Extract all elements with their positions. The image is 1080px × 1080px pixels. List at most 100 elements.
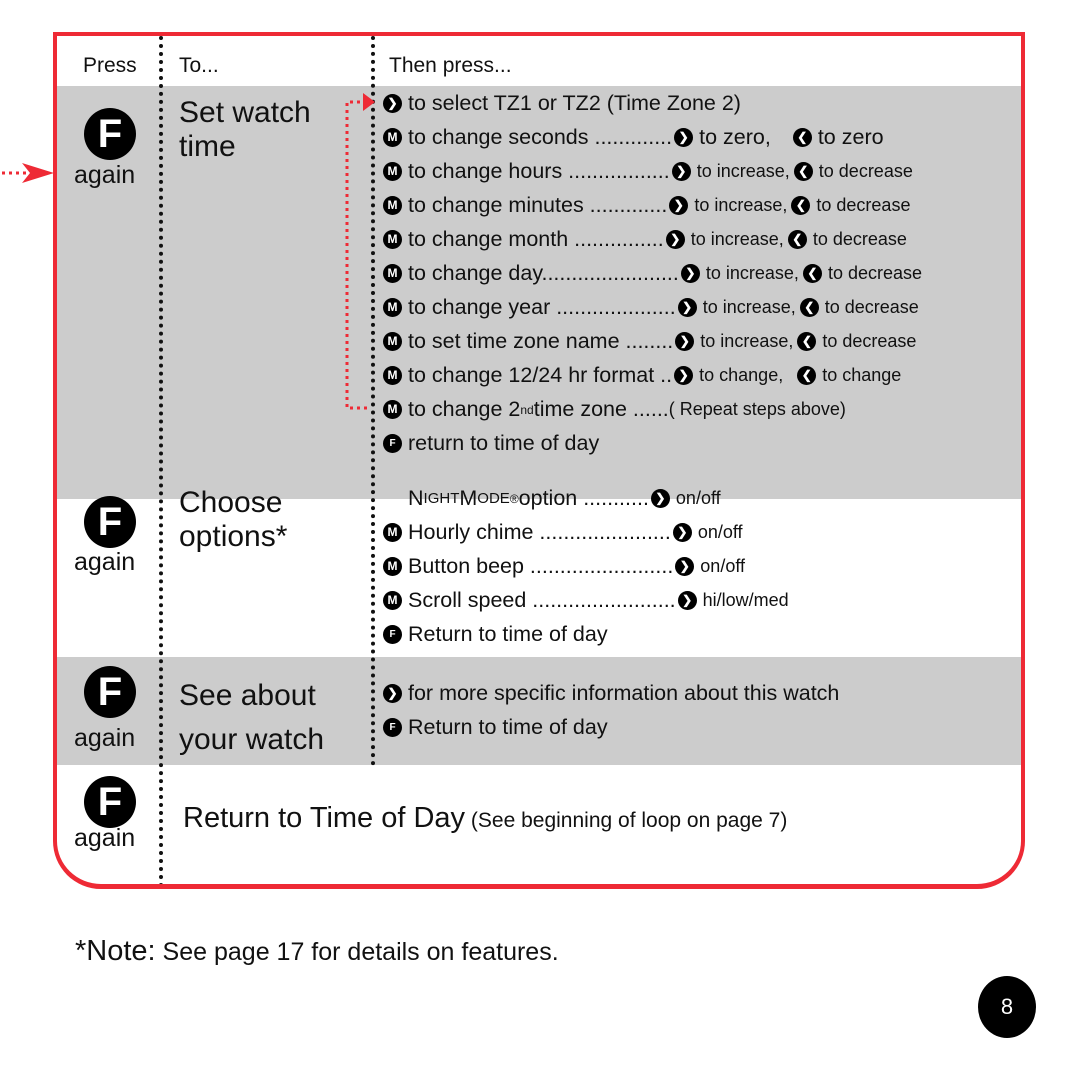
right-action: to zero,: [699, 125, 771, 149]
option-text: Scroll speed ........................: [408, 588, 676, 612]
m-button-icon: M: [383, 128, 402, 147]
night-mode-label: M: [459, 486, 478, 510]
step-text: to change month ...............: [408, 227, 664, 251]
action-line-2: your watch: [179, 723, 325, 756]
left-button-icon: ❮: [797, 332, 817, 351]
option-line: M Button beep ........................ ❯…: [383, 554, 745, 579]
m-button-icon: M: [383, 591, 402, 610]
right-button-icon: ❯: [669, 196, 689, 215]
m-button-icon: M: [383, 366, 402, 385]
step-text: return to time of day: [408, 431, 600, 455]
again-label: again: [74, 548, 136, 576]
step-line: M to change 12/24 hr format .. ❯ to chan…: [383, 363, 901, 388]
right-action: to change,: [699, 365, 784, 385]
option-text: Button beep ........................: [408, 554, 674, 578]
step-line: M to change year .................... ❯ …: [383, 295, 919, 320]
left-button-icon: ❮: [792, 128, 812, 147]
right-button-icon: ❯: [383, 94, 402, 113]
step-text: to change 12/24 hr format ..: [408, 363, 673, 387]
left-button-icon: ❮: [791, 196, 811, 215]
right-button-icon: ❯: [680, 264, 700, 283]
m-button-icon: M: [383, 557, 402, 576]
action-see-about: See about your watch: [179, 674, 324, 762]
return-time-of-day: Return to Time of Day (See beginning of …: [183, 802, 787, 835]
step-line: M to change month ............... ❯ to i…: [383, 227, 907, 252]
option-text: Return to time of day: [408, 622, 608, 646]
loop-back-arrow-icon: [345, 93, 375, 410]
ordinal-suffix: nd: [520, 402, 534, 417]
step-line: F return to time of day: [383, 431, 599, 456]
night-mode-label: IGHT: [423, 490, 460, 507]
right-action: to increase,: [694, 195, 788, 215]
step-line: M to change minutes ............. ❯ to i…: [383, 193, 910, 218]
loop-entry-arrow-icon: [2, 163, 54, 183]
right-action: to increase,: [702, 297, 796, 317]
left-action: to decrease: [812, 229, 907, 249]
registered-mark: ®: [509, 491, 519, 506]
step-line: M to set time zone name ........ ❯ to in…: [383, 329, 916, 354]
note-prefix: *Note:: [75, 935, 156, 967]
right-action: to increase,: [696, 161, 790, 181]
column-divider-1: [159, 36, 163, 884]
header-press: Press: [83, 54, 137, 77]
left-button-icon: ❮: [793, 162, 813, 181]
left-action: to decrease: [822, 331, 917, 351]
step-line: M to change day....................... ❯…: [383, 261, 922, 286]
left-button-icon: ❮: [787, 230, 807, 249]
about-text: for more specific information about this…: [408, 681, 840, 705]
option-value: on/off: [697, 522, 743, 542]
left-button-icon: ❮: [797, 366, 817, 385]
return-main-text: Return to Time of Day: [183, 802, 466, 834]
step-text: to change hours .................: [408, 159, 670, 183]
step-line: M to change seconds ............. ❯ to z…: [383, 125, 884, 150]
m-button-icon: M: [383, 230, 402, 249]
night-mode-label: N: [408, 486, 424, 510]
m-button-icon: M: [383, 332, 402, 351]
action-set-watch-time: Set watch time: [179, 96, 311, 164]
about-text: Return to time of day: [408, 715, 608, 739]
m-button-icon: M: [383, 400, 402, 419]
option-value: hi/low/med: [702, 590, 789, 610]
step-line: M to change 2nd time zone ...... ( Repea…: [383, 397, 846, 422]
right-action: to increase,: [690, 229, 784, 249]
left-action: to zero: [817, 125, 884, 149]
about-line: ❯ for more specific information about th…: [383, 681, 839, 706]
option-line: N IGHT M ODE ® option ........... ❯ on/off: [408, 486, 721, 511]
option-line: M Hourly chime ...................... ❯ …: [383, 520, 743, 545]
right-button-icon: ❯: [677, 591, 697, 610]
about-line: F Return to time of day: [383, 715, 608, 740]
action-line-1: Choose: [179, 486, 283, 519]
header-then: Then press...: [389, 54, 512, 77]
m-button-icon: M: [383, 298, 402, 317]
return-sub-text: (See beginning of loop on page 7): [465, 809, 788, 832]
step-text: to change 2: [408, 397, 521, 421]
header-to: To...: [179, 54, 219, 77]
right-button-icon: ❯: [677, 298, 697, 317]
action-line-1: Set watch: [179, 96, 311, 129]
step-text: to change day.......................: [408, 261, 679, 285]
action-choose-options: Choose options*: [179, 486, 287, 554]
option-text: option ...........: [518, 486, 649, 510]
again-label: again: [74, 724, 136, 752]
right-button-icon: ❯: [675, 332, 695, 351]
left-action: to change: [822, 365, 902, 385]
left-action: to decrease: [816, 195, 911, 215]
step-text: to change year ....................: [408, 295, 676, 319]
step-text: to set time zone name ........: [408, 329, 674, 353]
right-button-icon: ❯: [674, 366, 694, 385]
f-button-icon: F: [84, 666, 136, 718]
option-line: M Scroll speed ........................ …: [383, 588, 789, 613]
left-action: to decrease: [818, 161, 913, 181]
left-action: to decrease: [827, 263, 922, 283]
right-button-icon: ❯: [675, 557, 695, 576]
f-button-icon: F: [383, 718, 402, 737]
right-button-icon: ❯: [672, 523, 692, 542]
right-button-icon: ❯: [674, 128, 694, 147]
m-button-icon: M: [383, 264, 402, 283]
right-action: to increase,: [705, 263, 799, 283]
step-line: ❯ to select TZ1 or TZ2 (Time Zone 2): [383, 91, 741, 116]
step-text: to select TZ1 or TZ2 (Time Zone 2): [408, 91, 741, 115]
instruction-table: Press To... Then press... F again Set wa…: [53, 32, 1025, 889]
left-button-icon: ❮: [799, 298, 819, 317]
f-button-icon: F: [383, 434, 402, 453]
